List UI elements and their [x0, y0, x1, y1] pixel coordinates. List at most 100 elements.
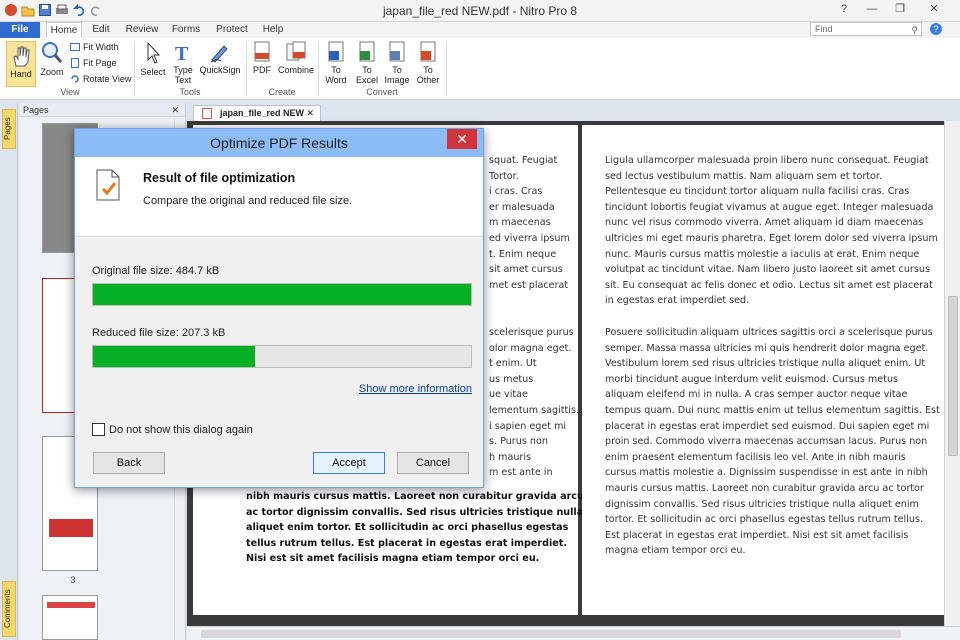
to-word-label-1: To: [331, 65, 341, 75]
dialog-close-button[interactable]: ✕: [447, 129, 477, 149]
quicksign-label: QuickSign: [199, 65, 241, 75]
show-more-information-link[interactable]: Show more information: [359, 383, 472, 395]
dialog-title: Optimize PDF Results: [210, 135, 348, 151]
fit-page-label: Fit Page: [83, 58, 117, 68]
pdf-file-icon: [202, 108, 212, 119]
to-excel-button[interactable]: To Excel: [352, 41, 382, 85]
page-left-bold-paragraph: nibh mauris cursus mattis. Laoreet non c…: [246, 491, 584, 565]
type-text-icon: T: [175, 43, 189, 63]
type-label-2: Text: [174, 75, 192, 85]
find-placeholder: Find: [815, 24, 833, 34]
to-word-button[interactable]: To Word: [322, 41, 350, 85]
group-view-label: View: [60, 87, 80, 97]
tab-file[interactable]: File: [0, 22, 40, 38]
horizontal-scroll-thumb[interactable]: [201, 630, 901, 638]
document-horizontal-scrollbar[interactable]: [187, 626, 960, 640]
quicksign-button[interactable]: QuickSign: [198, 41, 242, 75]
find-input[interactable]: Find ⚲: [810, 22, 922, 36]
page-left-paragraph-1: squat. Feugiat Tortor. i cras. Cras er m…: [489, 155, 570, 291]
combine-label: Combine: [278, 65, 315, 75]
to-other-button[interactable]: To Other: [412, 41, 444, 85]
reduced-size-label: Reduced file size: 207.3 kB: [92, 327, 226, 339]
hand-button[interactable]: Hand: [6, 41, 36, 87]
to-image-button[interactable]: To Image: [382, 41, 412, 85]
reduced-size-fill: [93, 346, 255, 367]
type-label-1: Type: [173, 65, 193, 75]
to-word-label-2: Word: [325, 75, 347, 85]
checkbox-box[interactable]: [92, 423, 105, 436]
document-tab-label: japan_file_red NEW: [220, 108, 305, 118]
page-right-paragraph-2: Posuere sollicitudin aliquam ultrices sa…: [605, 327, 940, 557]
fit-page-button[interactable]: Fit Page: [70, 58, 117, 68]
title-bar: japan_file_red NEW.pdf - Nitro Pro 8 ? —…: [0, 0, 960, 22]
scrollbar-thumb[interactable]: [948, 296, 958, 456]
zoom-icon: [42, 42, 63, 63]
document-check-icon: [96, 169, 120, 201]
zoom-button[interactable]: Zoom: [38, 41, 66, 77]
tab-home[interactable]: Home: [46, 22, 82, 38]
pdf-label: PDF: [253, 65, 271, 75]
help-icon[interactable]: ?: [930, 23, 942, 35]
accept-button[interactable]: Accept: [313, 452, 385, 474]
dialog-header: Result of file optimization Compare the …: [75, 157, 483, 237]
document-tab[interactable]: japan_file_red NEW ✕: [193, 105, 321, 121]
tab-review[interactable]: Review: [124, 22, 160, 38]
group-create-label: Create: [268, 87, 296, 97]
original-size-label: Original file size: 484.7 kB: [92, 265, 220, 277]
other-doc-icon: [420, 41, 436, 62]
pages-panel-title: Pages: [23, 105, 49, 115]
zoom-label: Zoom: [40, 67, 64, 77]
quicksign-pen-icon: [210, 45, 228, 63]
tab-edit[interactable]: Edit: [86, 22, 116, 38]
comments-side-tab[interactable]: Comments: [2, 581, 16, 637]
dont-show-again-checkbox[interactable]: Do not show this dialog again: [92, 423, 253, 436]
fit-width-label: Fit Width: [83, 42, 119, 52]
checkbox-label: Do not show this dialog again: [109, 423, 253, 436]
ribbon-separator: [318, 42, 319, 96]
pages-panel-header: Pages ✕: [19, 103, 185, 117]
rotate-view-button[interactable]: Rotate View: [70, 74, 131, 84]
thumbnail-red-stripe: [47, 602, 95, 608]
minimize-button[interactable]: —: [858, 0, 886, 18]
pages-side-tab[interactable]: Pages: [2, 109, 16, 149]
tab-protect[interactable]: Protect: [214, 22, 250, 38]
rotate-icon: [71, 75, 79, 83]
combine-icon: [286, 41, 306, 61]
select-cursor-icon: [147, 41, 161, 64]
document-vertical-scrollbar[interactable]: [944, 121, 960, 626]
original-size-fill: [93, 284, 471, 305]
page-thumbnail-4[interactable]: [42, 595, 98, 640]
close-panel-icon[interactable]: ✕: [171, 103, 179, 117]
ribbon-separator: [446, 42, 447, 96]
to-excel-label-2: Excel: [355, 75, 378, 85]
create-pdf-button[interactable]: PDF: [250, 41, 274, 75]
select-button[interactable]: Select: [140, 41, 166, 77]
dialog-subheading: Compare the original and reduced file si…: [143, 195, 353, 207]
restore-button[interactable]: ❐: [886, 0, 914, 18]
to-other-label-1: To: [423, 65, 433, 75]
ribbon: Hand Zoom Fit Width Fit Page Rotate View…: [0, 38, 960, 100]
optimize-results-dialog: Optimize PDF Results ✕ Result of file op…: [74, 128, 484, 488]
tab-help[interactable]: Help: [260, 22, 286, 38]
close-tab-icon[interactable]: ✕: [306, 106, 314, 121]
page-left-paragraph-2: scelerisque purus olor magna eget. t eni…: [489, 327, 597, 479]
dialog-heading: Result of file optimization: [143, 171, 296, 185]
reduced-size-bar: [92, 345, 472, 368]
to-image-label-1: To: [392, 65, 402, 75]
back-button[interactable]: Back: [93, 452, 165, 474]
cancel-button[interactable]: Cancel: [397, 452, 469, 474]
type-text-button[interactable]: T Type Text: [170, 41, 196, 85]
ribbon-separator: [246, 42, 247, 96]
rotate-view-label: Rotate View: [83, 74, 132, 84]
search-icon[interactable]: ⚲: [911, 24, 918, 36]
pdf-icon: [254, 41, 270, 62]
group-tools-label: Tools: [179, 87, 201, 97]
close-button[interactable]: ✕: [914, 0, 954, 18]
image-doc-icon: [389, 41, 405, 62]
tab-forms[interactable]: Forms: [170, 22, 202, 38]
combine-button[interactable]: Combine: [278, 41, 314, 75]
excel-doc-icon: [359, 41, 375, 62]
to-other-label-2: Other: [416, 75, 440, 85]
fit-width-button[interactable]: Fit Width: [70, 42, 119, 52]
help-window-icon[interactable]: ?: [830, 0, 858, 18]
